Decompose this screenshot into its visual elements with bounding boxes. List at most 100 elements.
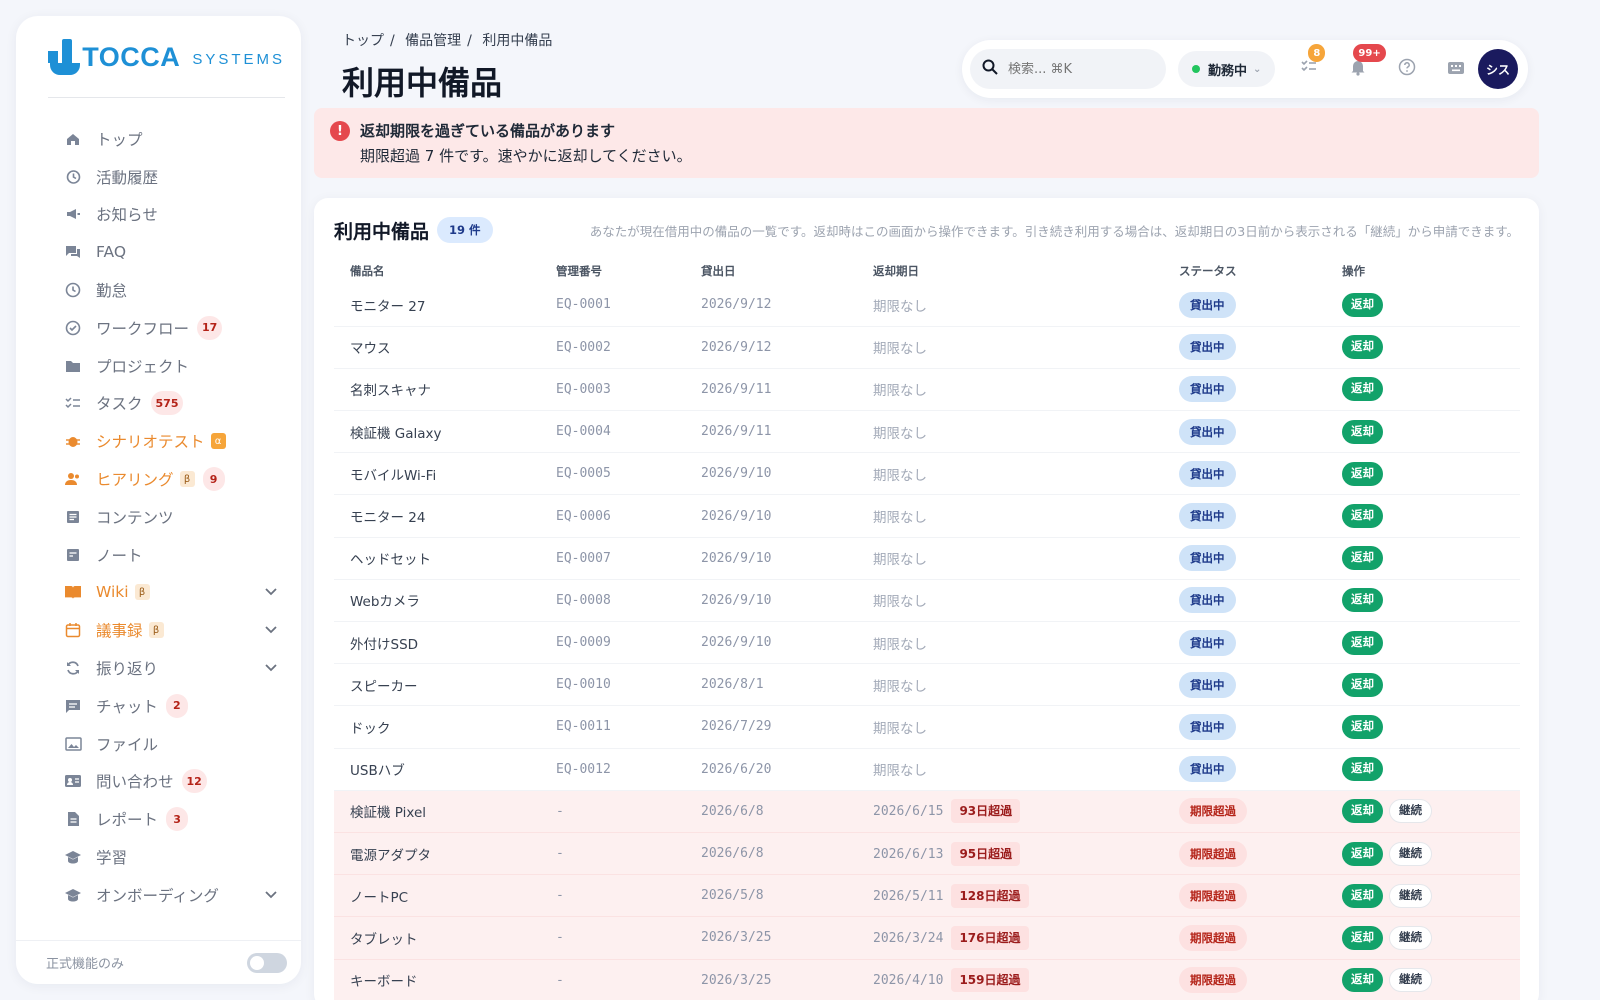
equipment-card: 利用中備品 19 件 あなたが現在借用中の備品の一覧です。返却時はこの画面から操… bbox=[314, 198, 1539, 1000]
due-date: 期限なし bbox=[873, 467, 927, 484]
continue-button[interactable]: 継続 bbox=[1389, 925, 1432, 950]
sidebar-item-4[interactable]: 勤怠 bbox=[16, 271, 301, 309]
return-button[interactable]: 返却 bbox=[1342, 714, 1383, 739]
breadcrumb-equipment[interactable]: 備品管理 bbox=[405, 33, 461, 49]
sidebar-item-13[interactable]: 議事録 β bbox=[16, 611, 301, 649]
sidebar-item-16[interactable]: ファイル bbox=[16, 725, 301, 763]
checklist-icon bbox=[64, 394, 82, 412]
chevron-down-icon[interactable] bbox=[265, 888, 277, 902]
equipment-name: USBハブ bbox=[350, 763, 405, 780]
return-button[interactable]: 返却 bbox=[1342, 757, 1383, 782]
official-only-toggle[interactable] bbox=[247, 952, 287, 973]
return-button[interactable]: 返却 bbox=[1342, 461, 1383, 486]
lent-date: 2026/9/11 bbox=[701, 424, 772, 440]
article-icon bbox=[64, 508, 82, 526]
return-button[interactable]: 返却 bbox=[1342, 925, 1383, 950]
equipment-name: モニター 24 bbox=[350, 510, 426, 527]
equipment-name: マウス bbox=[350, 341, 391, 358]
sidebar-item-10[interactable]: コンテンツ bbox=[16, 498, 301, 536]
return-button[interactable]: 返却 bbox=[1342, 672, 1383, 697]
due-date: 2026/3/24 bbox=[873, 930, 944, 946]
sidebar-item-1[interactable]: 活動履歴 bbox=[16, 158, 301, 196]
count-badge: 17 bbox=[197, 315, 223, 340]
sidebar-item-19[interactable]: 学習 bbox=[16, 838, 301, 876]
status-dot bbox=[1192, 65, 1200, 73]
equipment-name: 名刺スキャナ bbox=[350, 383, 431, 400]
sidebar-item-18[interactable]: レポート 3 bbox=[16, 800, 301, 838]
return-button[interactable]: 返却 bbox=[1342, 883, 1383, 908]
col-status: ステータス bbox=[1179, 264, 1237, 278]
sidebar-item-15[interactable]: チャット 2 bbox=[16, 687, 301, 725]
due-date: 期限なし bbox=[873, 552, 927, 569]
keyboard-button[interactable] bbox=[1441, 54, 1471, 84]
sidebar-item-3[interactable]: FAQ bbox=[16, 233, 301, 271]
sidebar-item-5[interactable]: ワークフロー 17 bbox=[16, 309, 301, 347]
return-button[interactable]: 返却 bbox=[1342, 588, 1383, 613]
notifications-button[interactable]: 99+ bbox=[1343, 44, 1386, 84]
equipment-name: タブレット bbox=[350, 931, 418, 948]
overdue-days-badge: 95日超過 bbox=[951, 841, 1021, 866]
chevron-down-icon[interactable] bbox=[265, 585, 277, 599]
lent-date: 2026/9/10 bbox=[701, 592, 772, 608]
overdue-alert: ! 返却期限を過ぎている備品があります 期限超過 7 件です。速やかに返却してく… bbox=[314, 108, 1539, 178]
tasks-button[interactable]: 8 bbox=[1294, 44, 1326, 84]
sidebar-item-11[interactable]: ノート bbox=[16, 536, 301, 574]
status-badge: 貸出中 bbox=[1179, 545, 1236, 572]
due-date: 期限なし bbox=[873, 383, 927, 400]
table-row: Webカメラ EQ-0008 2026/9/10 期限なし 貸出中 返却 bbox=[334, 579, 1520, 623]
sidebar-item-label: 勤怠 bbox=[96, 282, 128, 301]
sidebar-item-6[interactable]: プロジェクト bbox=[16, 347, 301, 385]
sidebar-item-9[interactable]: ヒアリング β 9 bbox=[16, 460, 301, 498]
return-button[interactable]: 返却 bbox=[1342, 841, 1383, 866]
chevron-down-icon[interactable] bbox=[265, 623, 277, 637]
return-button[interactable]: 返却 bbox=[1342, 377, 1383, 402]
continue-button[interactable]: 継続 bbox=[1389, 968, 1432, 993]
return-button[interactable]: 返却 bbox=[1342, 504, 1383, 529]
equipment-name: 検証機 Pixel bbox=[350, 805, 427, 822]
due-date: 期限なし bbox=[873, 341, 927, 358]
return-button[interactable]: 返却 bbox=[1342, 968, 1383, 993]
return-button[interactable]: 返却 bbox=[1342, 799, 1383, 824]
status-badge: 貸出中 bbox=[1179, 629, 1236, 656]
equipment-code: - bbox=[556, 972, 564, 988]
table-row: モニター 27 EQ-0001 2026/9/12 期限なし 貸出中 返却 bbox=[334, 284, 1520, 327]
sidebar-item-8[interactable]: シナリオテスト α bbox=[16, 422, 301, 460]
equipment-code: EQ-0011 bbox=[556, 719, 611, 735]
table-row: 検証機 Galaxy EQ-0004 2026/9/11 期限なし 貸出中 返却 bbox=[334, 410, 1520, 454]
sidebar-item-2[interactable]: お知らせ bbox=[16, 196, 301, 234]
return-button[interactable]: 返却 bbox=[1342, 292, 1383, 317]
sidebar-item-7[interactable]: タスク 575 bbox=[16, 385, 301, 423]
equipment-name: 検証機 Galaxy bbox=[350, 425, 442, 442]
sidebar-item-17[interactable]: 問い合わせ 12 bbox=[16, 763, 301, 801]
continue-button[interactable]: 継続 bbox=[1389, 841, 1432, 866]
return-button[interactable]: 返却 bbox=[1342, 546, 1383, 571]
search-box[interactable] bbox=[970, 49, 1166, 89]
count-badge: 19 件 bbox=[437, 217, 493, 243]
status-badge: 貸出中 bbox=[1179, 291, 1236, 318]
overdue-days-badge: 159日超過 bbox=[951, 968, 1029, 993]
return-button[interactable]: 返却 bbox=[1342, 630, 1383, 655]
user-avatar[interactable]: シス bbox=[1478, 49, 1518, 89]
sidebar-item-label: ノート bbox=[96, 546, 143, 565]
equipment-name: ヘッドセット bbox=[350, 552, 431, 569]
breadcrumb-top[interactable]: トップ bbox=[342, 33, 384, 49]
return-button[interactable]: 返却 bbox=[1342, 419, 1383, 444]
continue-button[interactable]: 継続 bbox=[1389, 883, 1432, 908]
sidebar-item-20[interactable]: オンボーディング bbox=[16, 876, 301, 914]
official-only-label: 正式機能のみ bbox=[46, 957, 125, 972]
sidebar-item-label: プロジェクト bbox=[96, 357, 190, 376]
logo[interactable]: TOCCA SYSTEMS bbox=[48, 38, 285, 98]
work-status-dropdown[interactable]: 勤務中 ⌄ bbox=[1178, 51, 1276, 87]
chevron-down-icon[interactable] bbox=[265, 661, 277, 675]
due-date: 期限なし bbox=[873, 720, 927, 737]
col-name: 備品名 bbox=[350, 264, 385, 278]
sidebar-item-12[interactable]: Wiki β bbox=[16, 574, 301, 612]
due-date: 期限なし bbox=[873, 425, 927, 442]
lent-date: 2026/9/10 bbox=[701, 550, 772, 566]
help-button[interactable] bbox=[1392, 54, 1422, 84]
search-input[interactable] bbox=[1008, 61, 1148, 77]
sidebar-item-0[interactable]: トップ bbox=[16, 120, 301, 158]
continue-button[interactable]: 継続 bbox=[1389, 799, 1432, 824]
sidebar-item-14[interactable]: 振り返り bbox=[16, 649, 301, 687]
return-button[interactable]: 返却 bbox=[1342, 335, 1383, 360]
